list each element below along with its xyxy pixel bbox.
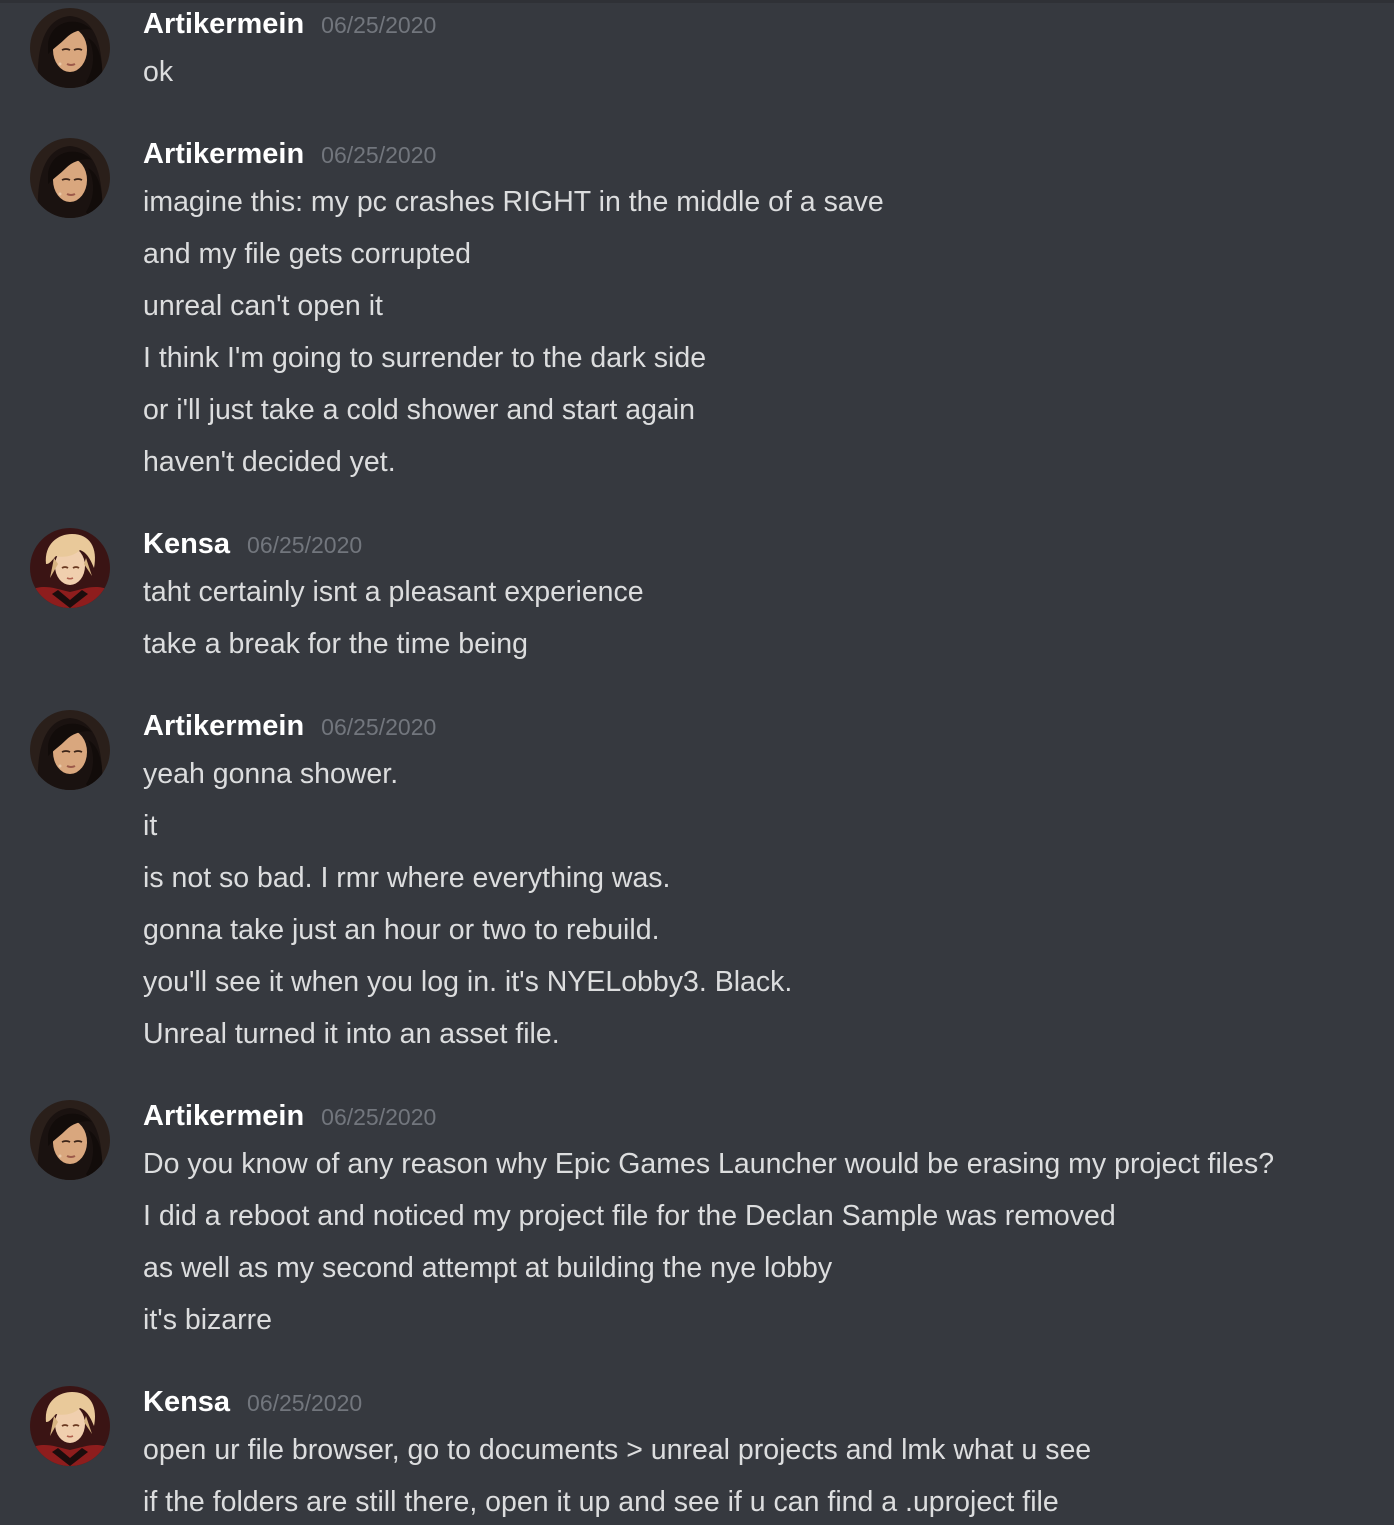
message-content: yeah gonna shower. it is not so bad. I r… (143, 748, 792, 1060)
timestamp: 06/25/2020 (321, 714, 437, 740)
timestamp: 06/25/2020 (321, 142, 437, 168)
avatar[interactable] (30, 528, 110, 608)
username[interactable]: Artikermein (143, 704, 304, 748)
username[interactable]: Artikermein (143, 132, 304, 176)
message-line: it's bizarre (143, 1304, 272, 1336)
timestamp: 06/25/2020 (247, 532, 363, 558)
message-header: Artikermein 06/25/2020 (143, 2, 436, 46)
message-line: open ur file browser, go to documents > … (143, 1434, 1092, 1466)
user-avatar-artikermein-icon (30, 8, 110, 88)
username[interactable]: Artikermein (143, 1094, 304, 1138)
message-content: ok (143, 46, 173, 98)
message-header: Kensa 06/25/2020 (143, 1380, 362, 1424)
message-line: imagine this: my pc crashes RIGHT in the… (143, 186, 884, 218)
user-avatar-kensa-icon (30, 528, 110, 608)
message-content: taht certainly isnt a pleasant experienc… (143, 566, 644, 670)
message-line: you'll see it when you log in. it's NYEL… (143, 966, 793, 998)
message-line: if the folders are still there, open it … (143, 1486, 1059, 1518)
message-line: as well as my second attempt at building… (143, 1252, 833, 1284)
message-line: gonna take just an hour or two to rebuil… (143, 914, 660, 946)
avatar[interactable] (30, 138, 110, 218)
message-line: yeah gonna shower. (143, 758, 399, 790)
message-line: is not so bad. I rmr where everything wa… (143, 862, 671, 894)
message-header: Kensa 06/25/2020 (143, 522, 362, 566)
message-line: ok (143, 56, 174, 88)
avatar[interactable] (30, 710, 110, 790)
avatar[interactable] (30, 1386, 110, 1466)
message-line: Do you know of any reason why Epic Games… (143, 1148, 1275, 1180)
message-line: I did a reboot and noticed my project fi… (143, 1200, 1116, 1232)
message-line: haven't decided yet. (143, 446, 396, 478)
message-line: taht certainly isnt a pleasant experienc… (143, 576, 644, 608)
avatar[interactable] (30, 8, 110, 88)
username[interactable]: Kensa (143, 522, 230, 566)
message-line: take a break for the time being (143, 628, 528, 660)
user-avatar-artikermein-icon (30, 710, 110, 790)
message-header: Artikermein 06/25/2020 (143, 1094, 436, 1138)
timestamp: 06/25/2020 (321, 1104, 437, 1130)
message-content: Do you know of any reason why Epic Games… (143, 1138, 1274, 1346)
username[interactable]: Artikermein (143, 2, 304, 46)
message-content: imagine this: my pc crashes RIGHT in the… (143, 176, 884, 488)
message-line: Unreal turned it into an asset file. (143, 1018, 560, 1050)
message-header: Artikermein 06/25/2020 (143, 704, 436, 748)
message-line: unreal can't open it (143, 290, 383, 322)
message-line: or i'll just take a cold shower and star… (143, 394, 695, 426)
username[interactable]: Kensa (143, 1380, 230, 1424)
message-header: Artikermein 06/25/2020 (143, 132, 436, 176)
avatar[interactable] (30, 1100, 110, 1180)
message-list: Artikermein 06/25/2020 ok Artikermein 06… (0, 0, 1394, 1525)
user-avatar-artikermein-icon (30, 1100, 110, 1180)
message-line: it (143, 810, 158, 842)
message-line: I think I'm going to surrender to the da… (143, 342, 707, 374)
message-line: and my file gets corrupted (143, 238, 471, 270)
timestamp: 06/25/2020 (247, 1390, 363, 1416)
user-avatar-kensa-icon (30, 1386, 110, 1466)
timestamp: 06/25/2020 (321, 12, 437, 38)
message-content: open ur file browser, go to documents > … (143, 1424, 1091, 1525)
user-avatar-artikermein-icon (30, 138, 110, 218)
